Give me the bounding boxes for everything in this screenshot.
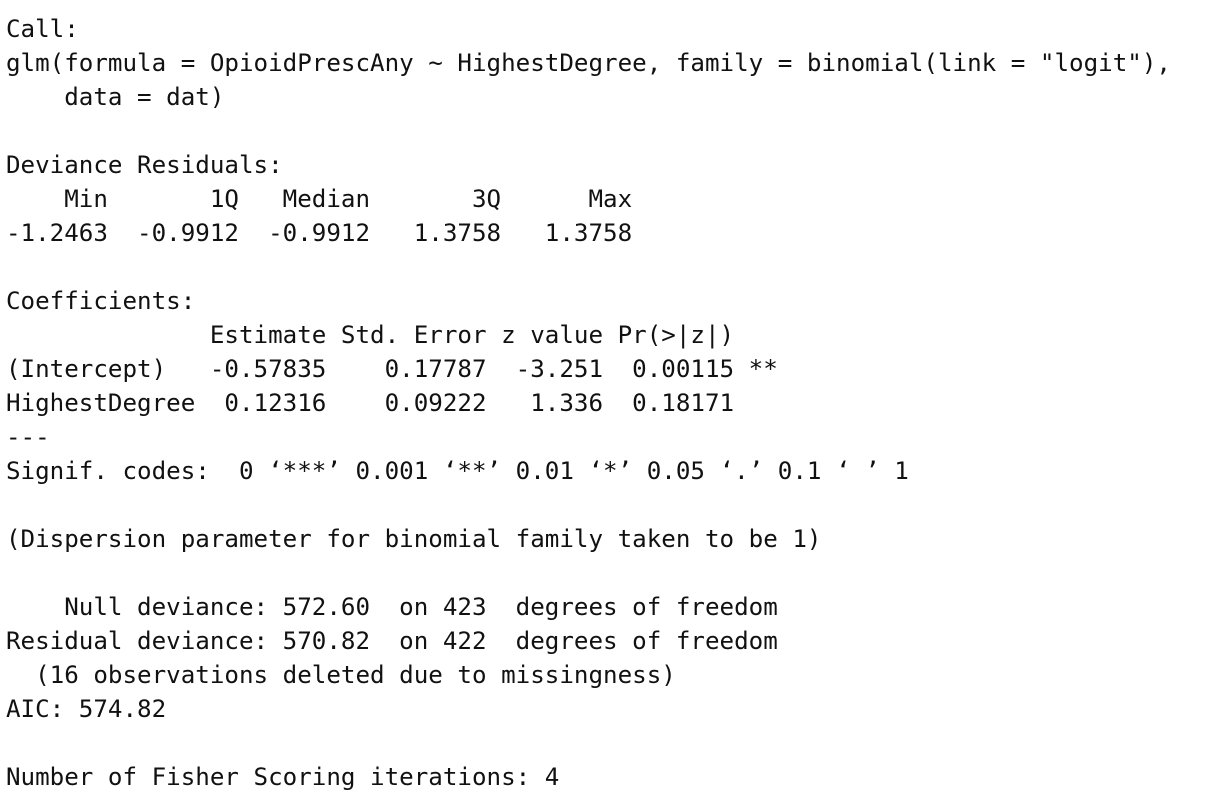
r-console-output: Call: glm(formula = OpioidPrescAny ~ Hig…	[0, 0, 1206, 810]
coefficients-column-headers: Estimate Std. Error z value Pr(>|z|)	[6, 321, 735, 349]
deviance-residuals-header: Deviance Residuals:	[6, 151, 283, 179]
residual-deviance-line: Residual deviance: 570.82 on 422 degrees…	[6, 627, 778, 655]
call-header: Call:	[6, 15, 79, 43]
coefficient-row-intercept: (Intercept) -0.57835 0.17787 -3.251 0.00…	[6, 355, 778, 383]
missingness-note: (16 observations deleted due to missingn…	[6, 661, 676, 689]
separator-line: ---	[6, 423, 50, 451]
fisher-iterations-line: Number of Fisher Scoring iterations: 4	[6, 763, 560, 791]
glm-formula-line: glm(formula = OpioidPrescAny ~ HighestDe…	[6, 49, 1171, 77]
coefficient-row-highestdegree: HighestDegree 0.12316 0.09222 1.336 0.18…	[6, 389, 735, 417]
glm-data-line: data = dat)	[6, 83, 225, 111]
aic-line: AIC: 574.82	[6, 695, 167, 723]
residuals-values: -1.2463 -0.9912 -0.9912 1.3758 1.3758	[6, 219, 633, 247]
residuals-column-headers: Min 1Q Median 3Q Max	[6, 185, 633, 213]
null-deviance-line: Null deviance: 572.60 on 423 degrees of …	[6, 593, 778, 621]
coefficients-header: Coefficients:	[6, 287, 196, 315]
signif-codes-line: Signif. codes: 0 ‘***’ 0.001 ‘**’ 0.01 ‘…	[6, 457, 909, 485]
dispersion-line: (Dispersion parameter for binomial famil…	[6, 525, 822, 553]
